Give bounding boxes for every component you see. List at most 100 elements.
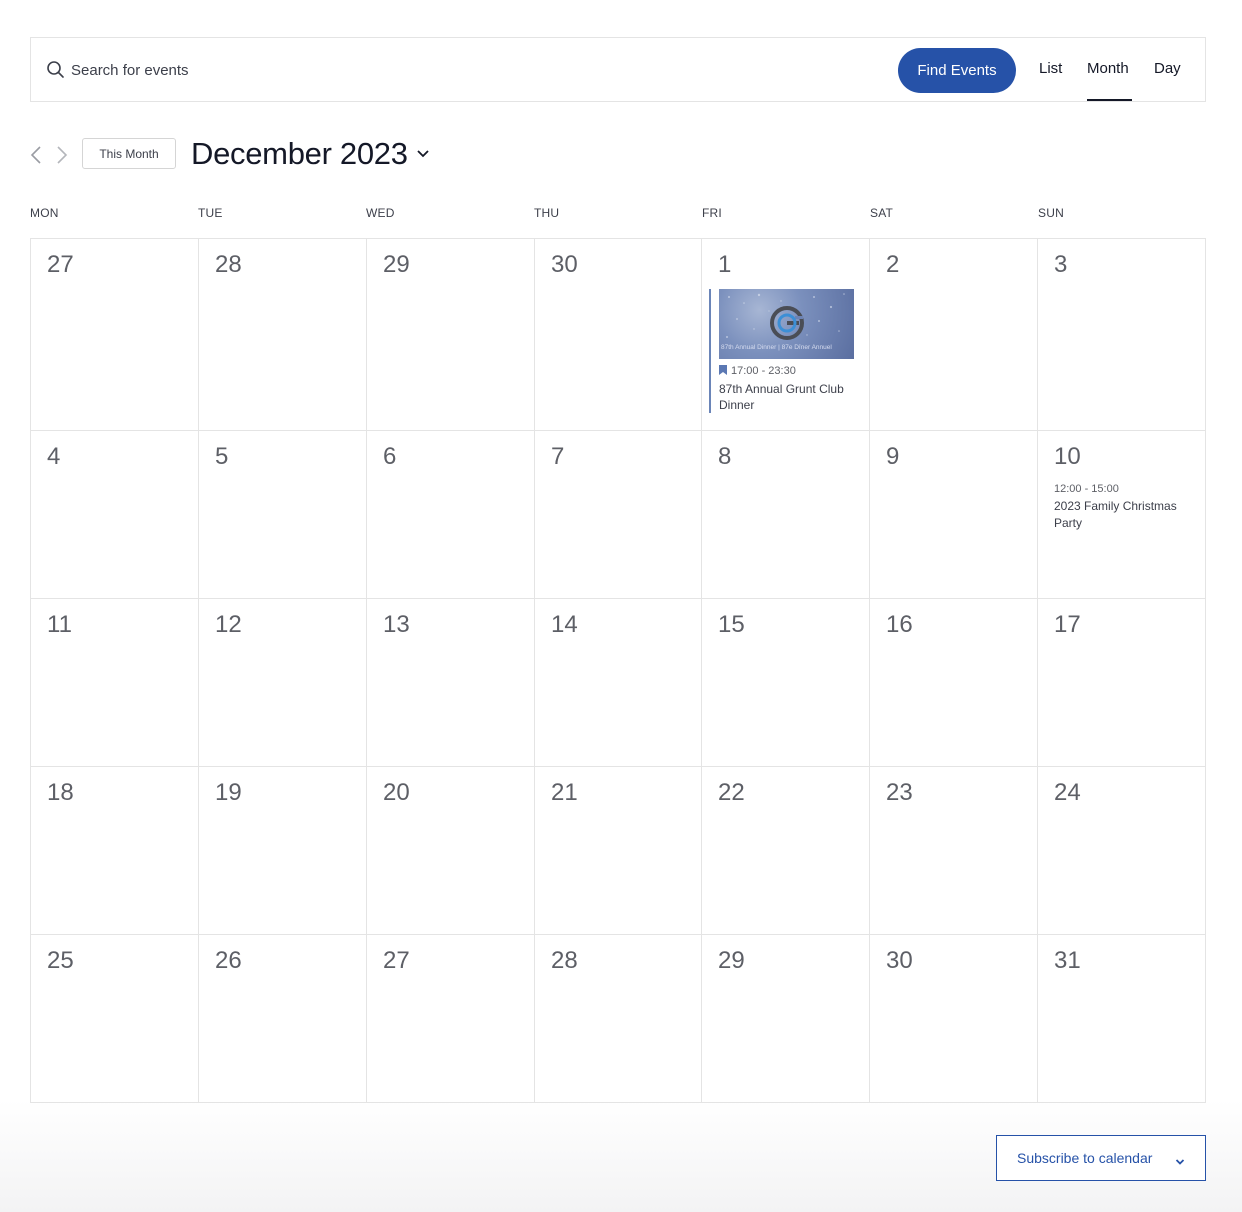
tab-list[interactable]: List [1039,60,1062,77]
day-number[interactable]: 16 [886,611,913,639]
day-number[interactable]: 27 [383,947,410,975]
day-number[interactable]: 9 [886,443,899,471]
calendar-day-cell[interactable]: 14 [535,599,702,767]
day-number[interactable]: 26 [215,947,242,975]
day-number[interactable]: 6 [383,443,396,471]
weekday-header: WED [366,206,395,220]
calendar-event-grunt-dinner[interactable]: 87th Annual Dinner | 87e Dîner Annuel 17:… [709,289,859,413]
event-title-link[interactable]: 87th Annual Grunt Club Dinner [719,381,859,413]
day-number[interactable]: 18 [47,779,74,807]
calendar-day-cell[interactable]: 18 [31,767,199,935]
day-number[interactable]: 29 [383,251,410,279]
day-number[interactable]: 10 [1054,443,1081,471]
calendar-day-cell[interactable]: 30 [870,935,1038,1103]
day-number[interactable]: 1 [718,251,731,279]
day-number[interactable]: 15 [718,611,745,639]
calendar-day-cell[interactable]: 28 [535,935,702,1103]
calendar-day-cell[interactable]: 16 [870,599,1038,767]
calendar-day-cell[interactable]: 13 [367,599,535,767]
event-time: 12:00 - 15:00 [1054,483,1119,495]
calendar-day-cell[interactable]: 27 [31,239,199,431]
day-number[interactable]: 22 [718,779,745,807]
day-number[interactable]: 24 [1054,779,1081,807]
day-number[interactable]: 5 [215,443,228,471]
weekday-header: SUN [1038,206,1064,220]
calendar-day-cell[interactable]: 11 [31,599,199,767]
event-time-text: 17:00 - 23:30 [731,365,796,377]
next-month-icon[interactable] [54,145,70,165]
weekday-header: MON [30,206,59,220]
calendar-day-cell[interactable]: 1 87th Annual Dinner | 87e Dîner Annuel 17… [702,239,870,431]
day-number[interactable]: 30 [886,947,913,975]
day-number[interactable]: 28 [551,947,578,975]
calendar-day-cell[interactable]: 19 [199,767,367,935]
day-number[interactable]: 7 [551,443,564,471]
calendar-day-cell[interactable]: 31 [1038,935,1206,1103]
event-featured-image[interactable]: 87th Annual Dinner | 87e Dîner Annuel [719,289,854,359]
day-number[interactable]: 17 [1054,611,1081,639]
calendar-day-cell[interactable]: 5 [199,431,367,599]
day-number[interactable]: 23 [886,779,913,807]
calendar-day-cell[interactable]: 15 [702,599,870,767]
calendar-day-cell[interactable]: 7 [535,431,702,599]
calendar-day-cell[interactable]: 29 [367,239,535,431]
event-title-link[interactable]: 2023 Family Christmas Party [1054,498,1194,532]
day-number[interactable]: 14 [551,611,578,639]
calendar-day-cell[interactable]: 25 [31,935,199,1103]
active-tab-underline [1087,99,1132,101]
calendar-day-cell[interactable]: 21 [535,767,702,935]
event-image-caption: 87th Annual Dinner | 87e Dîner Annuel [721,344,832,351]
calendar-day-cell[interactable]: 3 [1038,239,1206,431]
day-number[interactable]: 27 [47,251,74,279]
day-number[interactable]: 11 [47,611,72,639]
day-number[interactable]: 29 [718,947,745,975]
calendar-day-cell[interactable]: 8 [702,431,870,599]
search-input[interactable] [71,56,671,84]
day-number[interactable]: 4 [47,443,60,471]
day-number[interactable]: 2 [886,251,899,279]
calendar-day-cell[interactable]: 20 [367,767,535,935]
day-number[interactable]: 30 [551,251,578,279]
calendar-day-cell[interactable]: 17 [1038,599,1206,767]
weekday-header: SAT [870,206,894,220]
day-number[interactable]: 25 [47,947,74,975]
events-search-bar: Find Events List Month Day [30,37,1206,102]
day-number[interactable]: 3 [1054,251,1067,279]
bookmark-icon [719,365,727,375]
month-title[interactable]: December 2023 [191,136,408,172]
calendar-day-cell[interactable]: 28 [199,239,367,431]
day-number[interactable]: 13 [383,611,410,639]
calendar-day-cell[interactable]: 22 [702,767,870,935]
calendar-day-cell[interactable]: 10 12:00 - 15:00 2023 Family Christmas Par… [1038,431,1206,599]
calendar-day-cell[interactable]: 27 [367,935,535,1103]
day-number[interactable]: 21 [551,779,578,807]
weekday-header: FRI [702,206,722,220]
calendar-day-cell[interactable]: 24 [1038,767,1206,935]
calendar-day-cell[interactable]: 9 [870,431,1038,599]
tab-month[interactable]: Month [1087,60,1129,77]
calendar-day-cell[interactable]: 12 [199,599,367,767]
calendar-day-cell[interactable]: 6 [367,431,535,599]
month-calendar-grid: 27 28 29 30 1 87th Annual Dinner | 87e Dîner … [30,238,1206,1103]
day-number[interactable]: 19 [215,779,242,807]
subscribe-to-calendar-button[interactable]: Subscribe to calendar [996,1135,1206,1181]
chevron-down-icon[interactable] [416,147,430,161]
previous-month-icon[interactable] [28,145,44,165]
find-events-button[interactable]: Find Events [898,48,1016,93]
tab-day[interactable]: Day [1154,60,1181,77]
calendar-day-cell[interactable]: 30 [535,239,702,431]
day-number[interactable]: 8 [718,443,731,471]
calendar-day-cell[interactable]: 23 [870,767,1038,935]
day-number[interactable]: 20 [383,779,410,807]
calendar-day-cell[interactable]: 29 [702,935,870,1103]
day-number[interactable]: 12 [215,611,242,639]
day-number[interactable]: 31 [1054,947,1081,975]
weekday-header: TUE [198,206,223,220]
calendar-day-cell[interactable]: 2 [870,239,1038,431]
search-icon [46,60,66,80]
day-number[interactable]: 28 [215,251,242,279]
this-month-button[interactable]: This Month [82,138,176,169]
event-time: 17:00 - 23:30 [719,365,796,377]
calendar-day-cell[interactable]: 26 [199,935,367,1103]
calendar-day-cell[interactable]: 4 [31,431,199,599]
